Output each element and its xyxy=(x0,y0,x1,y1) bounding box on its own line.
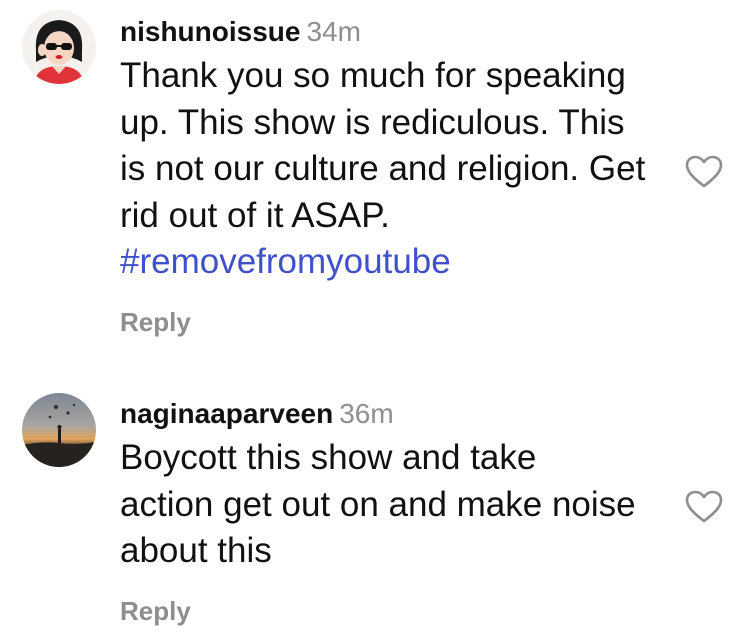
username[interactable]: naginaaparveen xyxy=(120,398,333,429)
sunset-photo-avatar-icon xyxy=(22,393,96,467)
comment-line: about this xyxy=(120,531,272,570)
timestamp: 36m xyxy=(339,398,394,429)
like-button[interactable] xyxy=(684,489,724,525)
comment-item: naginaaparveen 36m Boycott this show and … xyxy=(0,0,755,636)
comment-line: action get out on and make noise xyxy=(120,484,636,524)
comment-line: Boycott this show and take xyxy=(120,438,537,477)
comment-header: naginaaparveen 36m xyxy=(120,397,394,431)
comment-text: Boycott this show and take action get ou… xyxy=(120,435,680,575)
reply-button[interactable]: Reply xyxy=(120,596,191,627)
avatar[interactable] xyxy=(22,393,96,467)
heart-outline-icon xyxy=(685,490,723,523)
